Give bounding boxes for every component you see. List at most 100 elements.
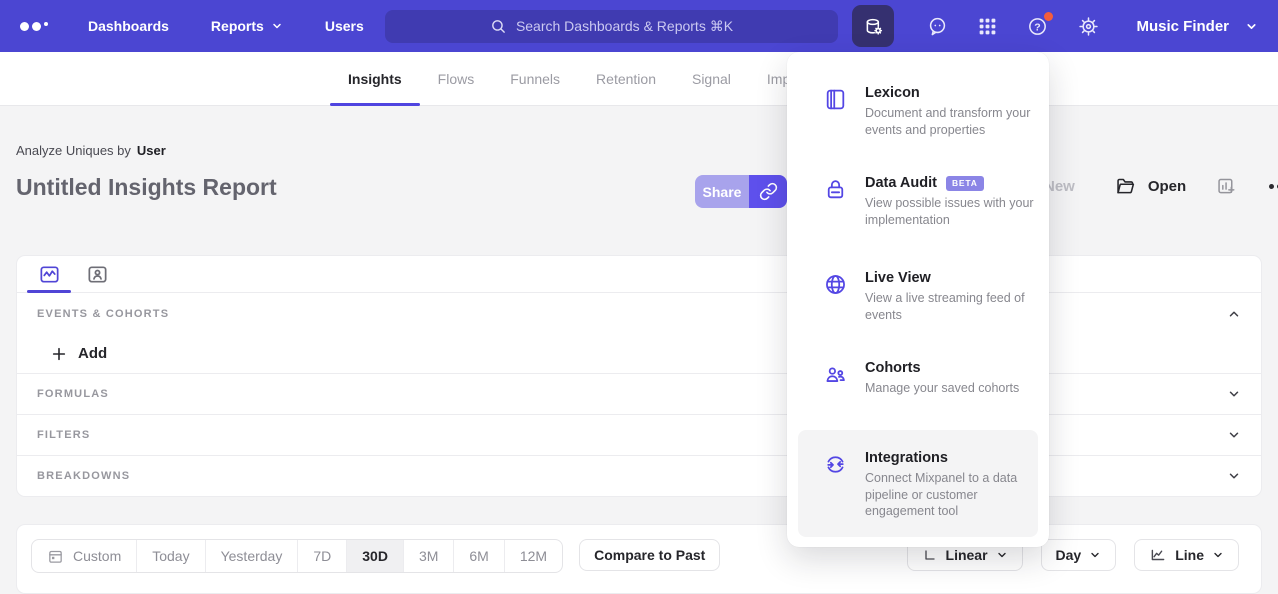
pulse-chart-icon: [38, 263, 61, 286]
mixpanel-logo-icon[interactable]: [20, 22, 48, 31]
more-options-button[interactable]: [1269, 184, 1278, 189]
tab-signal[interactable]: Signal: [674, 52, 749, 105]
add-event-button[interactable]: Add: [17, 334, 1261, 373]
breadcrumb-prefix: Analyze Uniques by: [16, 143, 131, 158]
header-actions: New Open: [1044, 176, 1278, 197]
expand-section-button[interactable]: [1227, 387, 1241, 401]
nav-reports[interactable]: Reports: [211, 18, 283, 34]
tab-flows[interactable]: Flows: [420, 52, 493, 105]
tab-retention[interactable]: Retention: [578, 52, 674, 105]
date-range-7d-label: 7D: [313, 548, 331, 564]
menu-item-description: Document and transform your events and p…: [865, 105, 1037, 138]
date-range-3m-label: 3M: [419, 548, 438, 564]
date-range-3m[interactable]: 3M: [404, 540, 454, 572]
person-icon: [86, 263, 109, 286]
beta-badge: BETA: [946, 176, 984, 191]
chart-type-dropdown[interactable]: Line: [1134, 539, 1239, 571]
breakdowns-section-header[interactable]: BREAKDOWNS: [17, 455, 1261, 496]
add-button-label: Add: [78, 345, 107, 362]
apps-grid-button[interactable]: [977, 16, 998, 37]
tab-events-view[interactable]: [25, 256, 73, 292]
topbar-icon-group: ? Music Finder: [852, 0, 1258, 52]
tab-profiles-view[interactable]: [73, 256, 121, 292]
add-to-dashboard-button[interactable]: [1216, 176, 1237, 197]
open-button[interactable]: Open: [1115, 176, 1186, 197]
date-range-yesterday[interactable]: Yesterday: [206, 540, 299, 572]
menu-item-description: Manage your saved cohorts: [865, 380, 1019, 397]
tab-signal-label: Signal: [692, 71, 731, 87]
menu-item-description: View a live streaming feed of events: [865, 290, 1037, 323]
date-range-segmented-control: Custom Today Yesterday 7D 30D 3M 6M 12M: [31, 539, 563, 573]
chevron-down-icon: [1212, 549, 1224, 561]
menu-item-data-audit[interactable]: Data Audit BETA View possible issues wit…: [787, 175, 1049, 228]
date-range-custom-label: Custom: [73, 548, 121, 564]
line-chart-icon: [1149, 546, 1167, 564]
nav-reports-label: Reports: [211, 18, 264, 34]
compare-to-past-button[interactable]: Compare to Past: [579, 539, 720, 571]
menu-item-cohorts[interactable]: Cohorts Manage your saved cohorts: [787, 360, 1049, 397]
share-button[interactable]: Share: [695, 175, 749, 208]
workspace-name: Music Finder: [1136, 18, 1229, 35]
menu-item-integrations[interactable]: Integrations Connect Mixpanel to a data …: [798, 430, 1038, 537]
expand-section-button[interactable]: [1227, 469, 1241, 483]
date-range-30d[interactable]: 30D: [347, 540, 404, 572]
data-audit-title: Data Audit: [865, 175, 937, 191]
date-range-today[interactable]: Today: [137, 540, 205, 572]
menu-item-integrations-content: Integrations Connect Mixpanel to a data …: [798, 430, 1038, 520]
menu-item-live-view[interactable]: Live View View a live streaming feed of …: [787, 270, 1049, 323]
top-navigation-bar: Dashboards Reports Users Search Dashboar…: [0, 0, 1278, 52]
builder-icon-tabs: [17, 256, 1261, 293]
page-title[interactable]: Untitled Insights Report: [16, 174, 277, 201]
messages-button[interactable]: [926, 15, 949, 38]
tab-retention-label: Retention: [596, 71, 656, 87]
menu-item-title: Data Audit BETA: [865, 175, 1037, 191]
date-range-custom[interactable]: Custom: [32, 540, 137, 572]
nav-dashboards-label: Dashboards: [88, 18, 169, 34]
granularity-dropdown[interactable]: Day: [1041, 539, 1117, 571]
settings-button[interactable]: [1077, 15, 1100, 38]
chevron-down-icon: [1245, 20, 1258, 33]
filters-label: FILTERS: [37, 429, 90, 441]
tab-insights[interactable]: Insights: [330, 52, 420, 105]
lock-icon: [823, 177, 848, 202]
date-range-6m-label: 6M: [469, 548, 488, 564]
date-range-12m-label: 12M: [520, 548, 547, 564]
filters-section-header[interactable]: FILTERS: [17, 414, 1261, 455]
workspace-switcher[interactable]: Music Finder: [1136, 18, 1258, 35]
chevron-down-icon: [1227, 428, 1241, 442]
events-cohorts-section-header[interactable]: EVENTS & COHORTS: [17, 293, 1261, 334]
folder-icon: [1115, 176, 1136, 197]
expand-section-button[interactable]: [1227, 428, 1241, 442]
formulas-label: FORMULAS: [37, 388, 109, 400]
global-search-input[interactable]: Search Dashboards & Reports ⌘K: [385, 10, 838, 43]
board-plus-icon: [1216, 176, 1237, 197]
tab-funnels[interactable]: Funnels: [492, 52, 578, 105]
chat-bubble-icon: [926, 15, 949, 38]
data-management-button[interactable]: [852, 5, 894, 47]
menu-item-title: Lexicon: [865, 85, 1037, 101]
search-placeholder: Search Dashboards & Reports ⌘K: [516, 18, 733, 35]
nav-dashboards[interactable]: Dashboards: [88, 18, 169, 34]
collapse-section-button[interactable]: [1227, 307, 1241, 321]
chart-type-dropdown-label: Line: [1175, 547, 1204, 563]
help-button[interactable]: ?: [1026, 15, 1049, 38]
breakdowns-label: BREAKDOWNS: [37, 470, 130, 482]
tab-flows-label: Flows: [438, 71, 475, 87]
chevron-down-icon: [1227, 387, 1241, 401]
menu-item-title: Cohorts: [865, 360, 1019, 376]
menu-item-lexicon[interactable]: Lexicon Document and transform your even…: [787, 85, 1049, 138]
primary-nav: Dashboards Reports Users: [88, 18, 364, 34]
share-button-group: Share: [695, 175, 787, 208]
date-range-6m[interactable]: 6M: [454, 540, 504, 572]
chevron-up-icon: [1227, 307, 1241, 321]
nav-users[interactable]: Users: [325, 18, 364, 34]
date-range-12m[interactable]: 12M: [505, 540, 562, 572]
link-icon: [759, 182, 778, 201]
formulas-section-header[interactable]: FORMULAS: [17, 373, 1261, 414]
breadcrumb-entity[interactable]: User: [137, 143, 166, 158]
chart-toolbar-card: Custom Today Yesterday 7D 30D 3M 6M 12M …: [16, 524, 1262, 594]
date-range-7d[interactable]: 7D: [298, 540, 347, 572]
copy-link-button[interactable]: [749, 175, 787, 208]
globe-icon: [823, 272, 848, 297]
open-button-label: Open: [1148, 178, 1186, 195]
